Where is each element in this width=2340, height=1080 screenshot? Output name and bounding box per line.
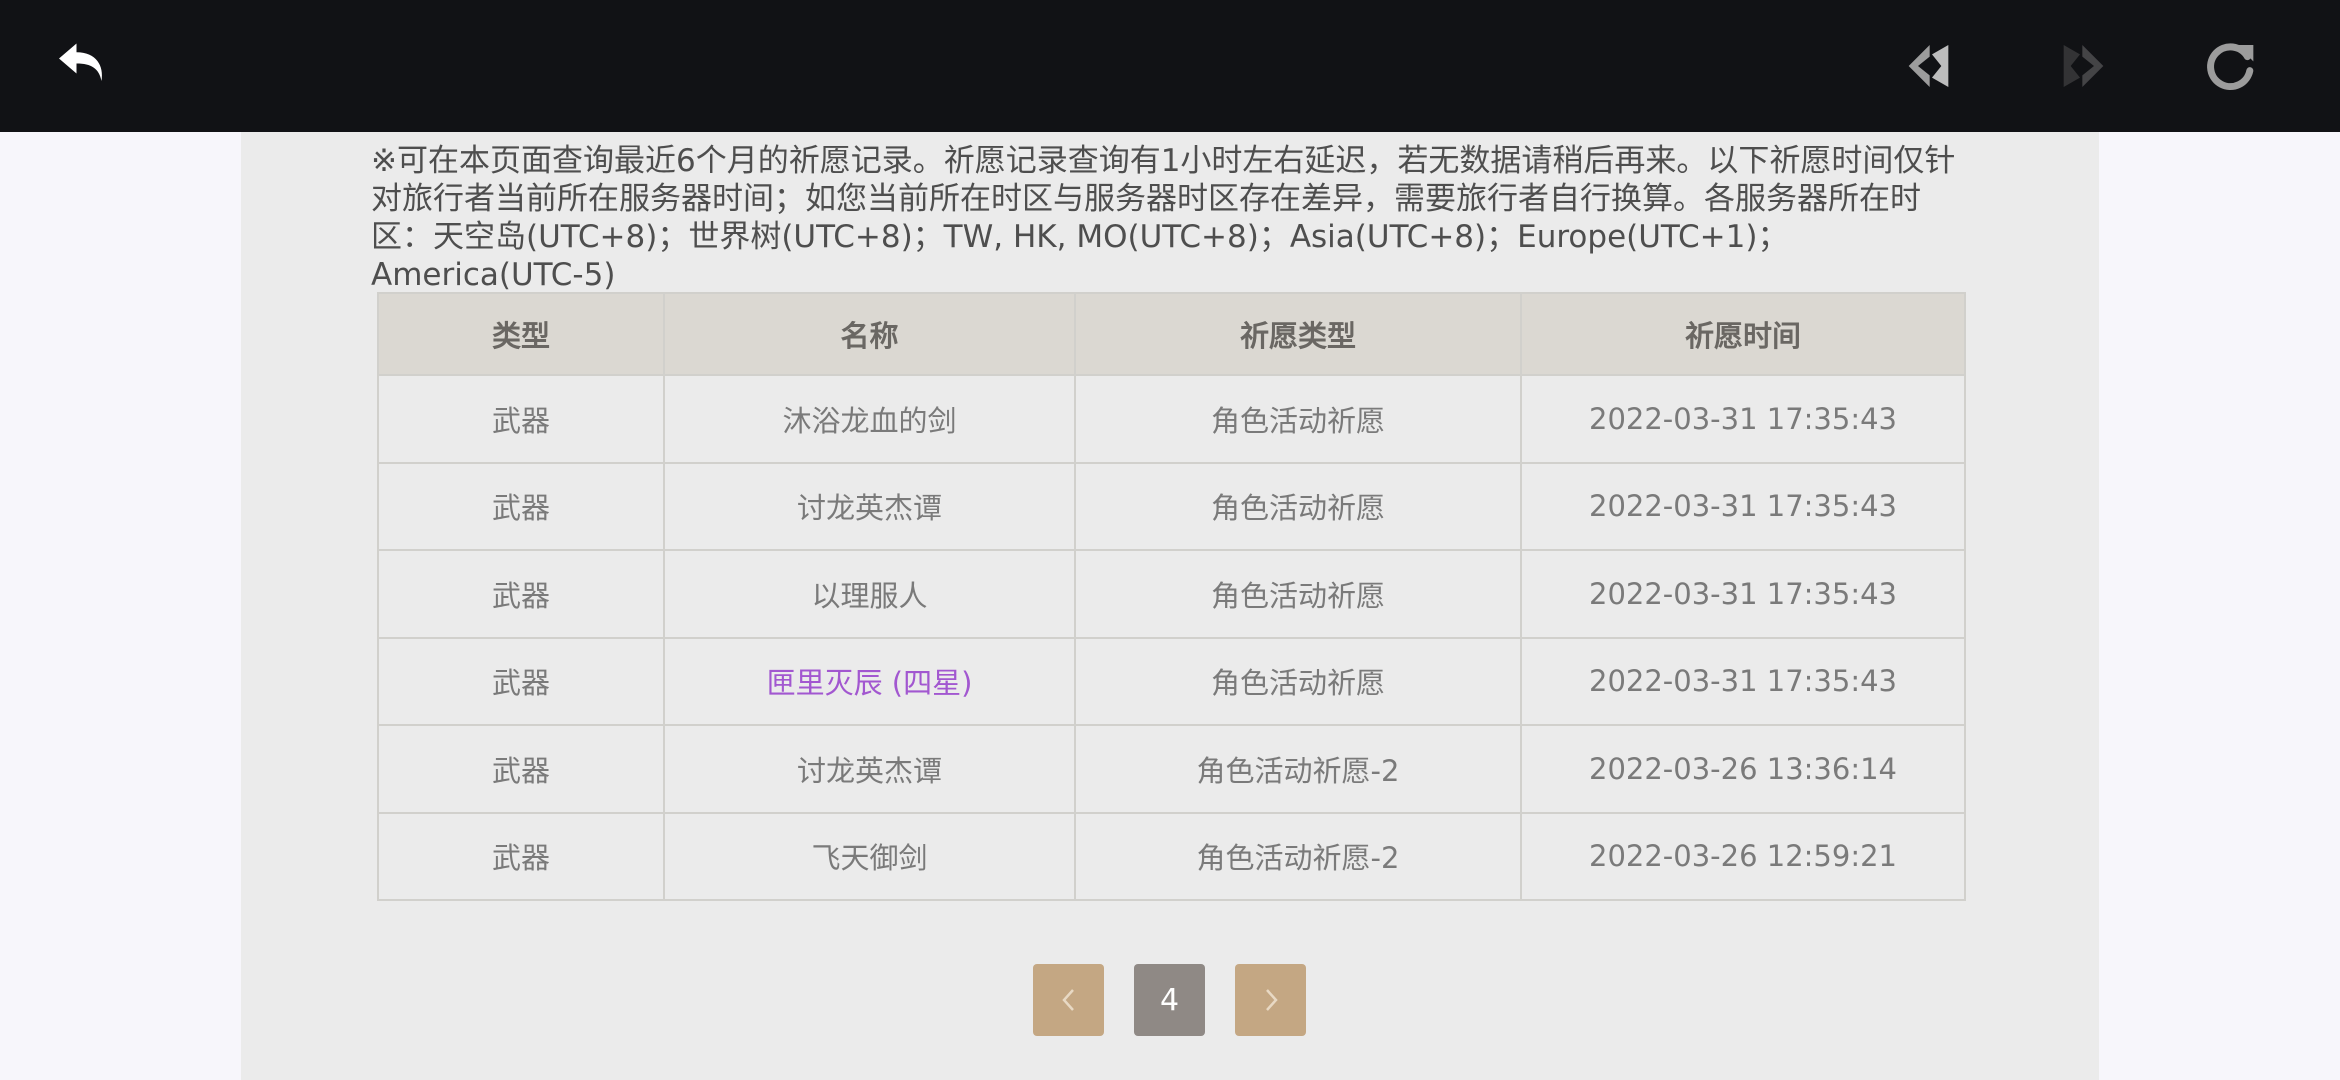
table-row: 武器 匣里灭辰 (四星) 角色活动祈愿 2022-03-31 17:35:43 [377, 636, 1966, 726]
table-row: 武器 飞天御剑 角色活动祈愿-2 2022-03-26 12:59:21 [377, 811, 1966, 901]
cell-time: 2022-03-26 13:36:14 [1520, 724, 1966, 814]
chevron-right-icon [1265, 989, 1278, 1011]
page-forward-button[interactable] [2044, 30, 2116, 102]
current-page-button[interactable]: 4 [1134, 964, 1205, 1036]
prev-page-button[interactable] [1033, 964, 1104, 1036]
header-name: 名称 [663, 292, 1076, 376]
cell-name: 讨龙英杰谭 [663, 461, 1076, 551]
header-wish-type: 祈愿类型 [1074, 292, 1522, 376]
cell-name: 沐浴龙血的剑 [663, 374, 1076, 464]
table-row: 武器 以理服人 角色活动祈愿 2022-03-31 17:35:43 [377, 549, 1966, 639]
wish-records-table: 类型 名称 祈愿类型 祈愿时间 武器 沐浴龙血的剑 角色活动祈愿 2022-03… [377, 292, 1966, 901]
nav-forward-icon [2063, 45, 2104, 87]
table-header-row: 类型 名称 祈愿类型 祈愿时间 [377, 292, 1966, 376]
nav-back-icon [1908, 45, 1949, 87]
cell-wish-type: 角色活动祈愿 [1074, 549, 1522, 639]
cell-wish-type: 角色活动祈愿-2 [1074, 811, 1522, 901]
back-arrow-icon [59, 43, 102, 81]
browser-toolbar [0, 0, 2340, 132]
chevron-left-icon [1061, 989, 1074, 1011]
cell-type: 武器 [377, 724, 665, 814]
cell-name-four-star: 匣里灭辰 (四星) [663, 636, 1076, 726]
cell-time: 2022-03-31 17:35:43 [1520, 461, 1966, 551]
back-button[interactable] [48, 30, 120, 102]
table-row: 武器 讨龙英杰谭 角色活动祈愿 2022-03-31 17:35:43 [377, 461, 1966, 551]
cell-type: 武器 [377, 374, 665, 464]
refresh-icon [2207, 43, 2254, 90]
cell-type: 武器 [377, 549, 665, 639]
cell-name: 讨龙英杰谭 [663, 724, 1076, 814]
cell-time: 2022-03-31 17:35:43 [1520, 636, 1966, 726]
cell-name: 飞天御剑 [663, 811, 1076, 901]
table-row: 武器 讨龙英杰谭 角色活动祈愿-2 2022-03-26 13:36:14 [377, 724, 1966, 814]
notice-text: ※可在本页面查询最近6个月的祈愿记录。祈愿记录查询有1小时左右延迟，若无数据请稍… [371, 143, 1956, 293]
table-row: 武器 沐浴龙血的剑 角色活动祈愿 2022-03-31 17:35:43 [377, 374, 1966, 464]
cell-time: 2022-03-31 17:35:43 [1520, 549, 1966, 639]
cell-type: 武器 [377, 636, 665, 726]
cell-name: 以理服人 [663, 549, 1076, 639]
wish-history-panel: ※可在本页面查询最近6个月的祈愿记录。祈愿记录查询有1小时左右延迟，若无数据请稍… [241, 132, 2099, 1080]
next-page-button[interactable] [1235, 964, 1306, 1036]
header-wish-time: 祈愿时间 [1520, 292, 1966, 376]
cell-type: 武器 [377, 461, 665, 551]
cell-wish-type: 角色活动祈愿-2 [1074, 724, 1522, 814]
refresh-button[interactable] [2194, 30, 2266, 102]
header-type: 类型 [377, 292, 665, 376]
page-back-button[interactable] [1896, 30, 1968, 102]
cell-wish-type: 角色活动祈愿 [1074, 636, 1522, 726]
cell-wish-type: 角色活动祈愿 [1074, 461, 1522, 551]
current-page-number: 4 [1159, 982, 1180, 1018]
cell-time: 2022-03-31 17:35:43 [1520, 374, 1966, 464]
cell-time: 2022-03-26 12:59:21 [1520, 811, 1966, 901]
cell-type: 武器 [377, 811, 665, 901]
cell-wish-type: 角色活动祈愿 [1074, 374, 1522, 464]
